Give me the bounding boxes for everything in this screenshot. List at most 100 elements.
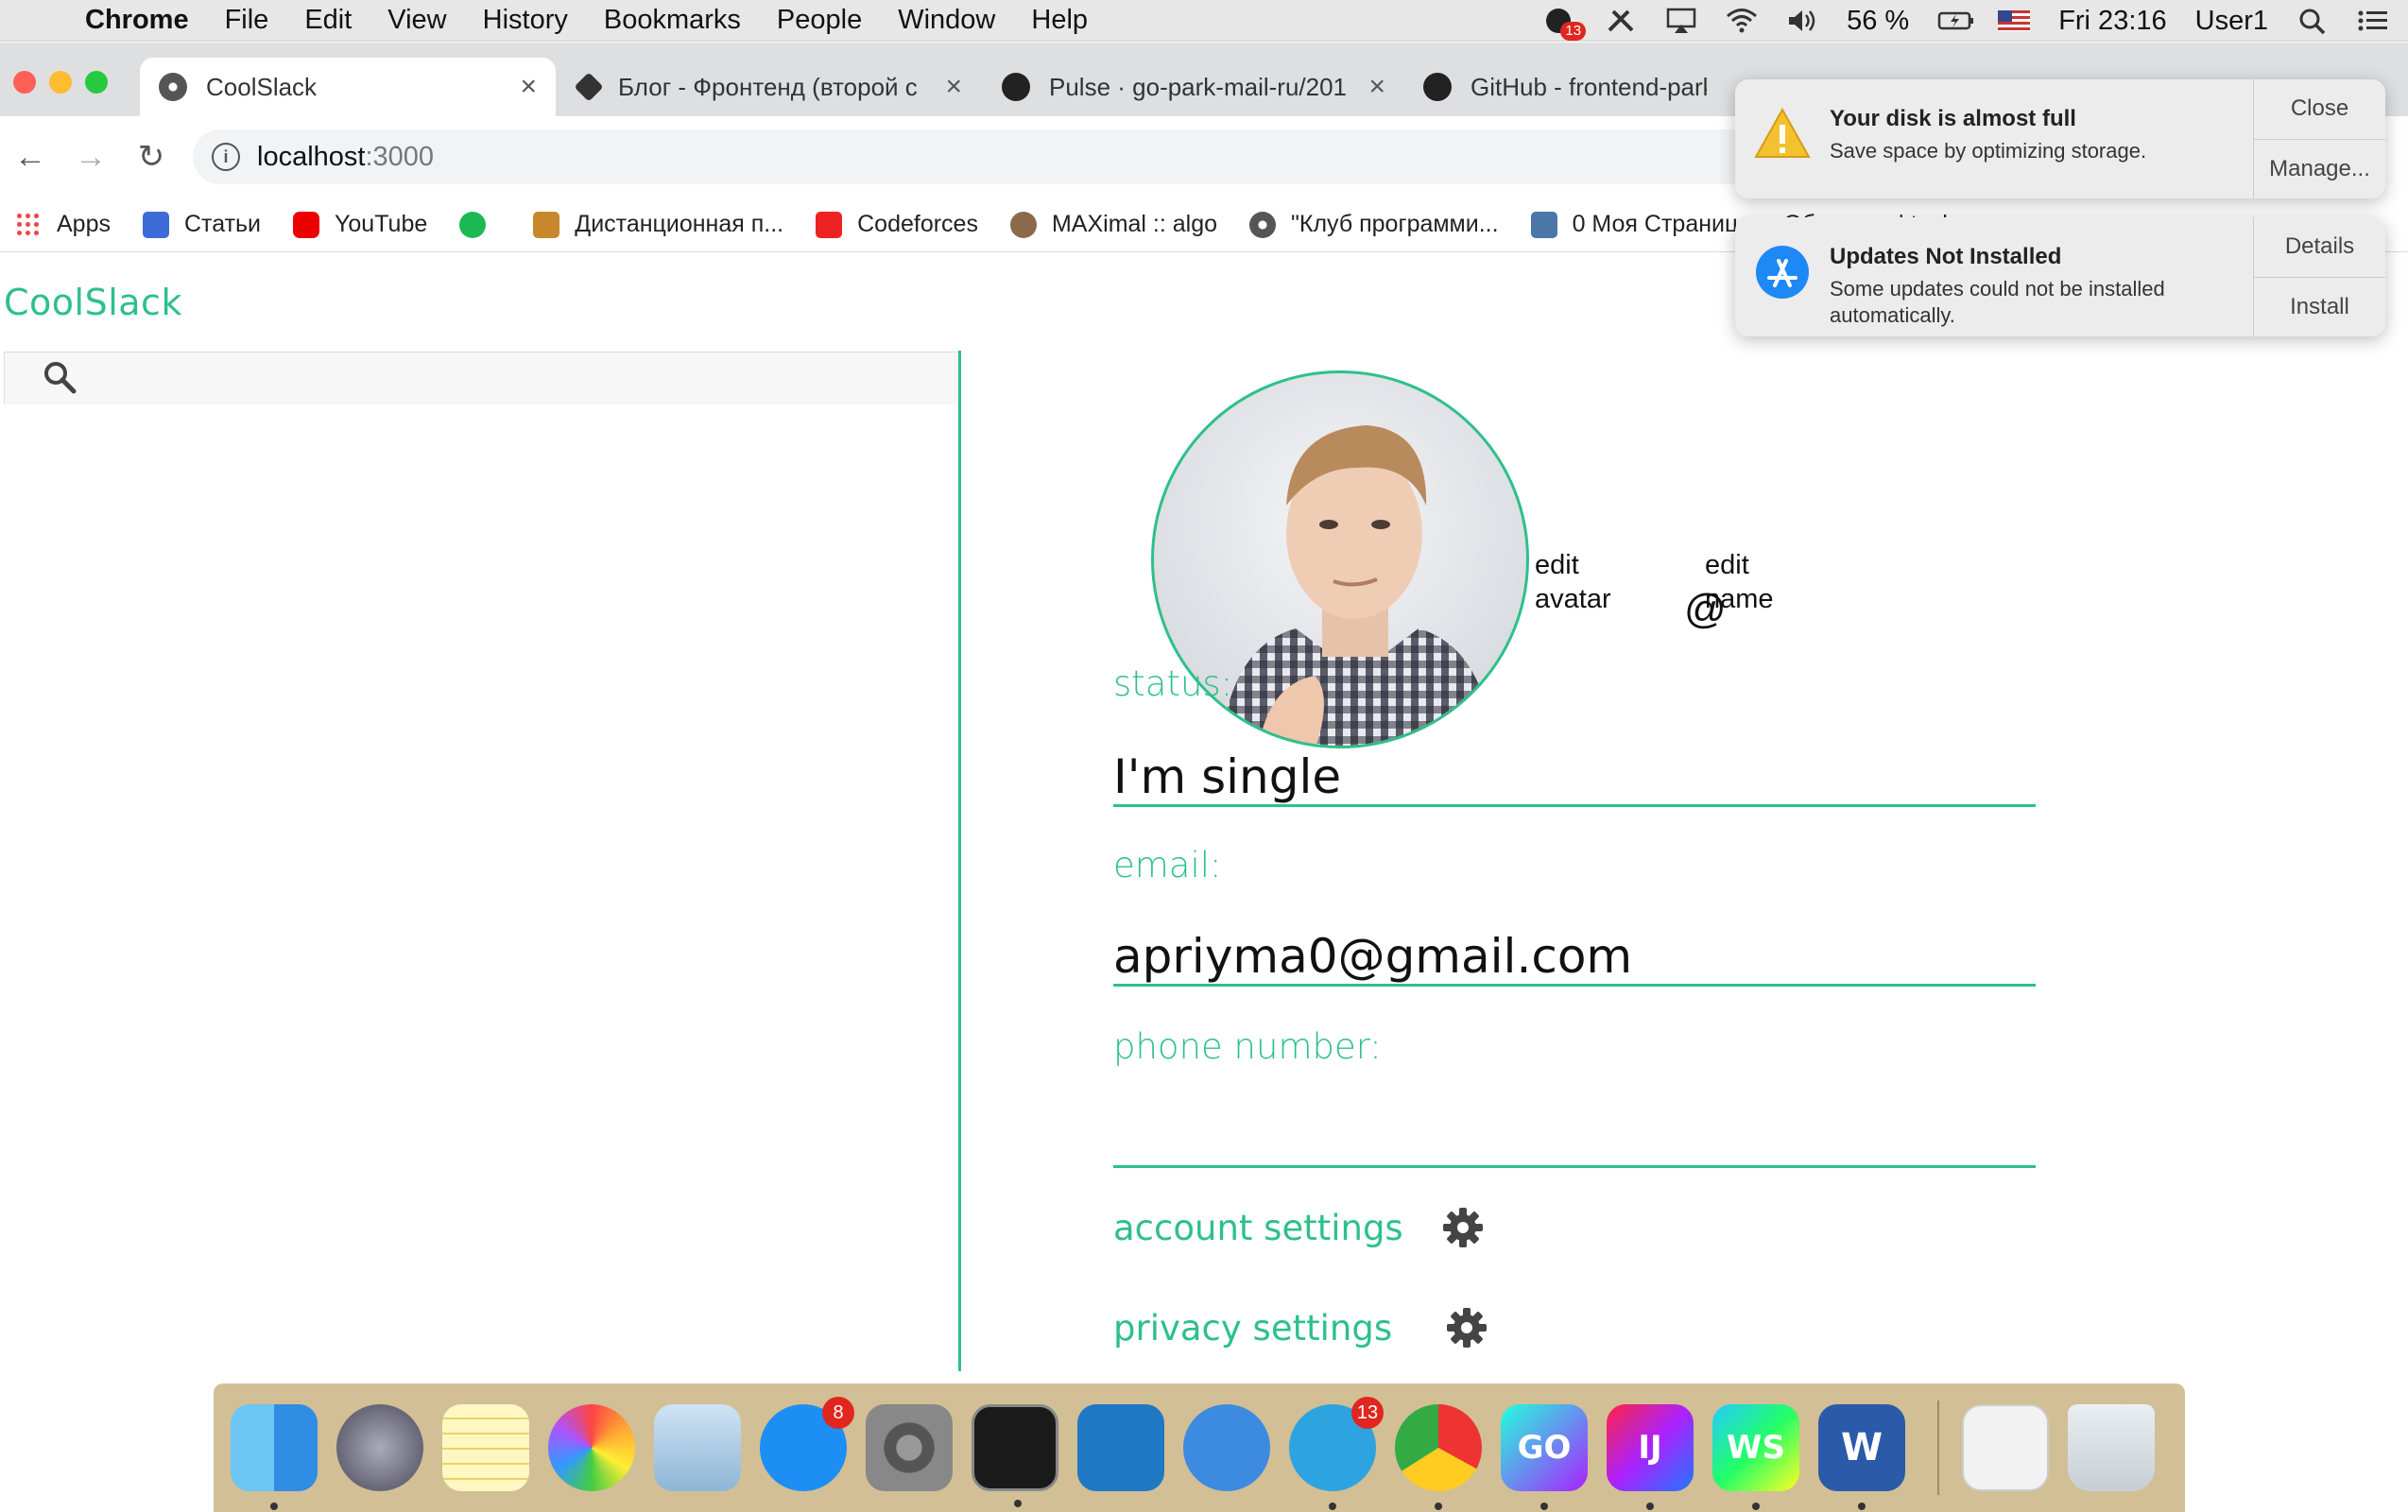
menu-view[interactable]: View	[387, 5, 446, 36]
details-button[interactable]: Details	[2254, 217, 2385, 278]
chrome-icon[interactable]	[1395, 1404, 1482, 1510]
tab-close-icon[interactable]: ×	[1368, 71, 1385, 103]
email-field[interactable]: apriyma0@gmail.com	[1113, 930, 2036, 987]
running-indicator	[1646, 1503, 1654, 1510]
menu-people[interactable]: People	[777, 5, 862, 36]
tools-icon[interactable]	[1605, 7, 1637, 35]
running-indicator	[1435, 1503, 1442, 1510]
intellij-icon[interactable]: IJ	[1607, 1404, 1694, 1510]
privacy-settings-row[interactable]: privacy settings	[1113, 1306, 1488, 1349]
notes-icon[interactable]	[442, 1404, 529, 1491]
spotlight-search-icon[interactable]	[2296, 7, 2329, 35]
bookmark-club[interactable]: "Клуб программи...	[1249, 211, 1499, 238]
notification-center-icon[interactable]	[2357, 7, 2389, 35]
terminal-icon[interactable]	[972, 1404, 1058, 1507]
volume-icon[interactable]	[1786, 7, 1818, 35]
trello-icon[interactable]	[1077, 1404, 1164, 1491]
close-button[interactable]: Close	[2254, 79, 2385, 140]
bookmark-codeforces[interactable]: Codeforces	[816, 211, 978, 238]
zoom-window-button[interactable]	[85, 71, 108, 94]
input-source-flag-icon[interactable]	[1998, 10, 2031, 31]
notification-title: Updates Not Installed	[1830, 244, 2062, 269]
brand-logo[interactable]: CoolSlack	[4, 282, 182, 323]
tab-title: GitHub - frontend-park-	[1471, 72, 1707, 101]
tab-coolslack[interactable]: CoolSlack ×	[140, 58, 556, 116]
system-preferences-icon[interactable]	[866, 1404, 953, 1491]
battery-icon[interactable]	[1937, 7, 1974, 35]
tab-close-icon[interactable]: ×	[520, 71, 537, 103]
bookmark-articles[interactable]: Статьи	[142, 211, 261, 238]
account-settings-row[interactable]: account settings	[1113, 1206, 1485, 1249]
word-icon[interactable]: W	[1818, 1404, 1905, 1510]
privacy-settings-link[interactable]: privacy settings	[1113, 1308, 1392, 1349]
webstorm-icon[interactable]: WS	[1712, 1404, 1799, 1510]
launchpad-icon[interactable]	[336, 1404, 423, 1491]
close-window-button[interactable]	[13, 71, 36, 94]
menu-file[interactable]: File	[225, 5, 269, 36]
menu-history[interactable]: History	[483, 5, 568, 36]
tab-title: Блог - Фронтенд (второй с	[618, 72, 918, 101]
documents-stack-icon[interactable]	[1962, 1404, 2049, 1491]
tab-github[interactable]: GitHub - frontend-park-	[1404, 58, 1726, 116]
tab-blog[interactable]: Блог - Фронтенд (второй с ×	[559, 58, 981, 116]
status-app-icon[interactable]: 13	[1544, 7, 1587, 41]
goland-icon[interactable]: GO	[1501, 1404, 1588, 1510]
notification-body: Some updates could not be installed auto…	[1830, 277, 2165, 327]
finder-icon[interactable]	[231, 1404, 318, 1510]
menu-edit[interactable]: Edit	[304, 5, 352, 36]
bookmark-vk[interactable]: 0 Моя Страница	[1530, 211, 1751, 238]
disk-full-notification[interactable]: Your disk is almost full Save space by o…	[1735, 79, 2385, 198]
dock: 8 13 GO IJ WS W	[214, 1383, 2185, 1512]
menu-clock[interactable]: Fri 23:16	[2058, 6, 2166, 37]
page-content: CoolSlack edit avatar edit name @ status…	[0, 253, 2408, 1383]
account-settings-link[interactable]: account settings	[1113, 1208, 1403, 1248]
install-button[interactable]: Install	[2254, 278, 2385, 337]
menu-app-name[interactable]: Chrome	[85, 5, 189, 36]
minimize-window-button[interactable]	[49, 71, 72, 94]
bookmark-maximal[interactable]: MAXimal :: algo	[1009, 211, 1217, 238]
app-store-icon	[1756, 246, 1809, 299]
phone-field[interactable]	[1113, 1111, 2036, 1168]
menu-bookmarks[interactable]: Bookmarks	[604, 5, 741, 36]
reload-icon[interactable]: ↻	[121, 138, 181, 176]
bookmark-distance-learning[interactable]: Дистанционная п...	[533, 211, 783, 238]
search-input[interactable]	[4, 352, 960, 404]
battery-percent[interactable]: 56 %	[1847, 6, 1909, 37]
bookmark-spotify[interactable]	[459, 211, 501, 238]
app-store-icon[interactable]: 8	[760, 1397, 854, 1491]
airplay-icon[interactable]	[1665, 7, 1697, 35]
github-icon	[1002, 73, 1030, 101]
menu-window[interactable]: Window	[898, 5, 995, 36]
edit-avatar-button[interactable]: edit avatar	[1535, 548, 1629, 616]
mail-icon[interactable]	[654, 1404, 741, 1491]
forward-arrow-icon[interactable]: →	[60, 139, 121, 176]
youtube-icon	[293, 211, 320, 238]
site-info-icon[interactable]: i	[212, 143, 240, 171]
username-at-sign: @	[1684, 586, 1727, 632]
trash-icon[interactable]	[2068, 1404, 2155, 1491]
tab-close-icon[interactable]: ×	[945, 71, 962, 103]
telegram-icon[interactable]: 13	[1289, 1397, 1384, 1510]
menu-help[interactable]: Help	[1031, 5, 1088, 36]
updates-notification[interactable]: Updates Not Installed Some updates could…	[1735, 217, 2385, 336]
running-indicator	[1329, 1503, 1336, 1510]
photos-icon[interactable]	[548, 1404, 635, 1491]
status-field[interactable]: I'm single	[1113, 750, 2036, 807]
telegram-badge: 13	[1351, 1397, 1384, 1429]
gear-icon[interactable]	[1441, 1206, 1485, 1249]
vk-icon[interactable]	[1183, 1404, 1270, 1491]
wifi-icon[interactable]	[1726, 7, 1758, 35]
bookmark-youtube[interactable]: YouTube	[293, 211, 427, 238]
dock-separator	[1937, 1400, 1939, 1495]
gear-icon[interactable]	[1445, 1306, 1488, 1349]
tab-pulse[interactable]: Pulse · go-park-mail-ru/201 ×	[983, 58, 1404, 116]
running-indicator	[1752, 1503, 1760, 1510]
back-arrow-icon[interactable]: ←	[0, 139, 60, 176]
menu-user[interactable]: User1	[2195, 6, 2268, 37]
manage-button[interactable]: Manage...	[2254, 140, 2385, 199]
address-bar[interactable]: i localhost :3000	[193, 129, 1762, 184]
bookmark-apps[interactable]: Apps	[15, 211, 111, 238]
url-host: localhost	[257, 141, 366, 172]
tab-title: Pulse · go-park-mail-ru/201	[1049, 72, 1348, 101]
email-label: email:	[1113, 845, 1222, 885]
